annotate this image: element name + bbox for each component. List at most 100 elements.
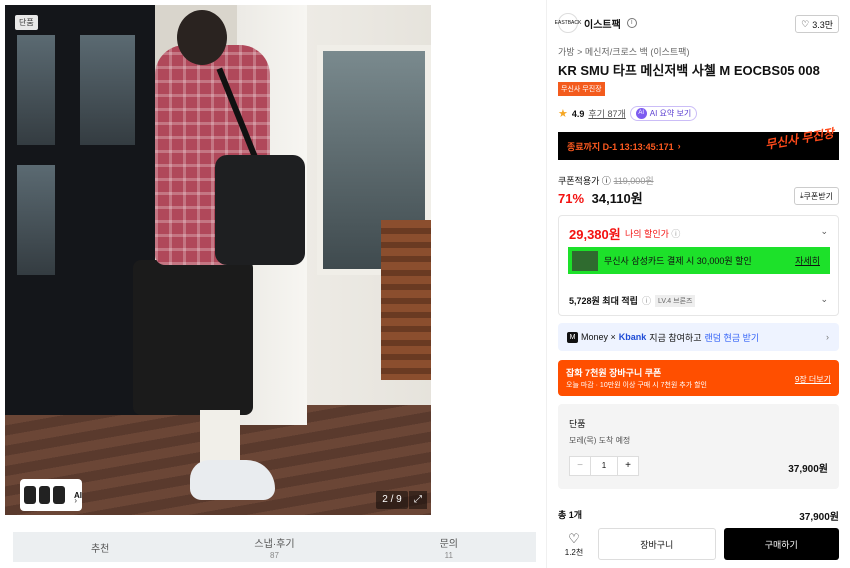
my-price: 29,380원 xyxy=(569,227,621,242)
quantity-value[interactable]: 1 xyxy=(591,456,617,476)
brand-name[interactable]: 이스트팩 xyxy=(584,16,621,31)
cart-button[interactable]: 장바구니 xyxy=(598,528,716,560)
info-icon[interactable]: ⓘ xyxy=(642,294,651,307)
breadcrumb-item[interactable]: 메신저/크로스 백 (이스트팩) xyxy=(585,47,690,57)
ai-summary-button[interactable]: AI AI 요약 보기 xyxy=(629,106,698,121)
timer-banner[interactable]: 종료까지 D-1 13:13:45:171 › 무신사 무진장 xyxy=(558,126,839,160)
tab-label: 추천 xyxy=(90,543,110,555)
info-icon[interactable]: ⓘ xyxy=(602,176,611,186)
member-level: LV.4 브론즈 xyxy=(654,294,696,307)
card-discount-banner[interactable]: 무신사 삼성카드 결제 시 30,000원 할인 자세히 xyxy=(568,247,830,274)
timer-text: 종료까지 D-1 13:13:45:171 xyxy=(567,141,674,152)
my-price-label: 나의 할인가 ⓘ xyxy=(625,227,680,240)
ai-similar-button[interactable]: AI › xyxy=(20,479,82,511)
door-glass xyxy=(80,35,135,145)
money-link[interactable]: 랜덤 현금 받기 xyxy=(704,331,759,344)
door-glass xyxy=(17,165,55,275)
model-shoe xyxy=(190,460,275,500)
model-head xyxy=(177,10,227,65)
buy-button[interactable]: 구매하기 xyxy=(723,528,839,560)
get-coupon-button[interactable]: ⤓ 쿠폰받기 xyxy=(794,187,839,205)
points-row: 5,728원 최대 적립 ⓘ LV.4 브론즈 xyxy=(569,294,696,307)
heart-icon: ♡ xyxy=(801,18,810,29)
product-title: KR SMU 타프 메신저백 사첼 M EOCBS05 008 xyxy=(558,63,820,78)
money-icon: M xyxy=(567,331,578,343)
product-image[interactable]: 단품 AI › 2 / 9 ⤢ xyxy=(5,5,431,515)
my-price-label-text: 나의 할인가 xyxy=(625,229,669,239)
like-button[interactable]: ♡ 1.2천 xyxy=(558,528,590,560)
chevron-down-icon[interactable]: ⌄ xyxy=(820,226,828,237)
image-counter: 2 / 9 xyxy=(376,491,408,509)
coupon-price-label: 쿠폰적용가 ⓘ 119,000원 xyxy=(558,174,654,187)
price-row: 71% 34,110원 xyxy=(558,188,643,207)
money-prefix: Money × xyxy=(581,332,616,342)
brand-like-button[interactable]: ♡ 3.3만 xyxy=(795,15,839,33)
messenger-bag xyxy=(215,155,305,265)
tab-count: 11 xyxy=(444,550,453,560)
single-item-badge: 단품 xyxy=(15,15,38,30)
selected-option-box: 단품 모레(목) 도착 예정 − 1 + 37,900원 xyxy=(558,404,839,489)
total-label: 총 1개 xyxy=(558,510,583,520)
tab-label: 문의 xyxy=(439,538,459,550)
ai-summary-label: AI 요약 보기 xyxy=(649,109,692,118)
cart-coupon-subtitle: 오늘 마감 · 10만원 이상 구매 시 7천원 추가 할인 xyxy=(566,382,707,389)
total-value: 37,900원 xyxy=(799,512,839,523)
kbank-name: Kbank xyxy=(618,332,647,342)
increase-button[interactable]: + xyxy=(617,456,639,476)
star-icon: ★ xyxy=(558,108,568,120)
expand-icon[interactable]: ⤢ xyxy=(409,491,427,509)
breadcrumb: 가방 > 메신저/크로스 백 (이스트팩) xyxy=(558,45,689,58)
chevron-right-icon: › xyxy=(826,332,829,342)
coupon-label-text: 쿠폰적용가 xyxy=(558,176,600,186)
cart-coupon-banner[interactable]: 잡화 7천원 장바구니 쿠폰 오늘 마감 · 10만원 이상 구매 시 7천원 … xyxy=(558,360,839,396)
bag-thumb-icon xyxy=(38,486,51,504)
total-row: 총 1개 37,900원 xyxy=(558,508,839,523)
my-price-box: 29,380원 나의 할인가 ⓘ ⌄ 무신사 삼성카드 결제 시 30,000원… xyxy=(558,215,839,316)
like-count: 1.2천 xyxy=(564,547,584,557)
info-icon[interactable]: ⓘ xyxy=(671,229,680,239)
image-chair xyxy=(381,220,431,380)
option-name: 단품 xyxy=(569,419,586,429)
bag-thumb-icon xyxy=(24,486,36,504)
detail-tabs: 추천 스냅·후기 87 문의 11 xyxy=(13,532,536,562)
tab-inquiry[interactable]: 문의 11 xyxy=(362,532,536,562)
brand-like-count: 3.3만 xyxy=(812,19,833,30)
chevron-down-icon[interactable]: ⌄ xyxy=(820,294,828,305)
breadcrumb-separator: > xyxy=(577,47,583,57)
brand-row[interactable]: EASTBACK 이스트팩 i xyxy=(555,13,637,33)
card-detail-link[interactable]: 자세히 xyxy=(795,254,820,267)
sale-price: 34,110원 xyxy=(591,191,643,206)
heart-icon: ♡ xyxy=(568,530,580,546)
door-glass xyxy=(17,35,55,145)
bag-thumb-icon xyxy=(53,486,66,504)
card-image xyxy=(572,250,598,271)
product-page: 단품 AI › 2 / 9 ⤢ 추천 스냅·후기 87 문의 11 EASTBA… xyxy=(0,0,850,568)
tab-snap-reviews[interactable]: 스냅·후기 87 xyxy=(187,532,361,562)
chevron-right-icon: › xyxy=(74,496,77,505)
quantity-stepper: − 1 + xyxy=(569,456,639,476)
reviews-link[interactable]: 후기 87개 xyxy=(588,107,625,120)
discount-rate: 71% xyxy=(558,191,585,206)
decrease-button[interactable]: − xyxy=(569,456,591,476)
tab-count: 87 xyxy=(270,550,279,560)
cart-coupon-title: 잡화 7천원 장바구니 쿠폰 xyxy=(566,368,662,378)
product-info-panel: EASTBACK 이스트팩 i ♡ 3.3만 가방 > 메신저/크로스 백 (이… xyxy=(546,0,850,568)
option-price: 37,900원 xyxy=(788,464,828,475)
card-discount-text: 무신사 삼성카드 결제 시 30,000원 할인 xyxy=(604,256,752,266)
money-text: 지금 참여하고 xyxy=(649,332,702,343)
arrival-estimate: 모레(목) 도착 예정 xyxy=(569,436,631,445)
tab-recommend[interactable]: 추천 xyxy=(13,532,187,562)
brand-logo: EASTBACK xyxy=(555,13,581,33)
rating-score: 4.9 xyxy=(571,108,585,119)
cart-coupon-more[interactable]: 9장 더보기 xyxy=(795,374,831,385)
rating-row: ★ 4.9 후기 87개 AI AI 요약 보기 xyxy=(558,106,698,121)
breadcrumb-item[interactable]: 가방 xyxy=(558,47,575,57)
info-icon[interactable]: i xyxy=(626,18,637,28)
tab-label: 스냅·후기 xyxy=(254,538,295,550)
model-shorts xyxy=(133,260,253,415)
event-tag: 무신사 무진장 xyxy=(558,82,605,96)
promo-logo: 무신사 무진장 xyxy=(764,126,836,152)
coupon-button-label: 쿠폰받기 xyxy=(803,191,833,201)
chevron-right-icon: › xyxy=(677,141,681,151)
kbank-money-banner[interactable]: M Money × Kbank 지금 참여하고 랜덤 현금 받기 › xyxy=(558,323,839,351)
